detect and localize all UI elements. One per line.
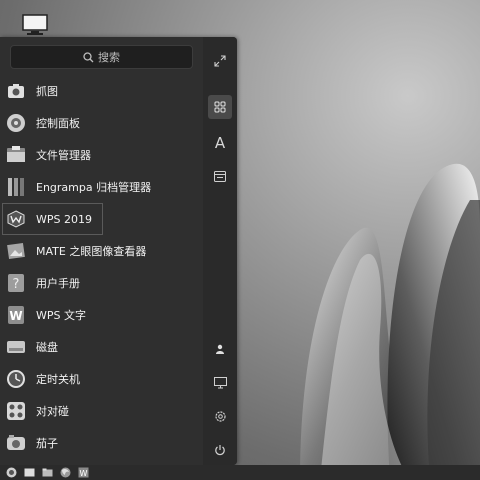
app-item-label: 茄子 (36, 437, 58, 450)
app-item-label: 控制面板 (36, 117, 80, 130)
archive-manager-icon (6, 177, 26, 197)
all-apps-icon (214, 101, 226, 113)
control-panel-icon (6, 113, 26, 133)
all-apps-button[interactable] (208, 95, 232, 119)
browser-icon (60, 467, 70, 478)
game-icon (6, 401, 26, 421)
wps-taskbar-icon: W (78, 467, 88, 478)
menu-sidebar: A (203, 37, 237, 465)
user-button[interactable] (208, 337, 232, 361)
taskbar-file-manager[interactable] (41, 467, 53, 479)
taskbar-window-button[interactable] (23, 467, 35, 479)
app-item-label: 对对碰 (36, 405, 69, 418)
category-icon (214, 170, 226, 182)
file-manager-icon (6, 145, 26, 165)
timed-shutdown-icon (6, 369, 26, 389)
category-button[interactable] (208, 164, 232, 188)
power-icon (215, 445, 225, 456)
computer-button[interactable] (208, 371, 232, 395)
expand-button[interactable] (208, 49, 232, 73)
start-logo-icon (6, 467, 16, 478)
disk-icon (6, 337, 26, 357)
computer-desktop-icon[interactable] (22, 14, 48, 36)
app-item-label: WPS 文字 (36, 309, 86, 322)
app-item-archive-manager[interactable]: Engrampa 归档管理器 (0, 171, 203, 203)
power-button[interactable] (208, 438, 232, 462)
app-item-user-manual[interactable]: ? 用户手册 (0, 267, 203, 299)
app-item-label: 定时关机 (36, 373, 80, 386)
search-icon (83, 51, 94, 62)
app-item-label: WPS 2019 (36, 212, 92, 226)
start-menu: 搜索 抓图 控制面板 文件管理器 Engrampa 归档管理器 WPS 2019… (0, 37, 237, 465)
user-icon (216, 344, 224, 354)
help-icon: ? (6, 273, 26, 293)
app-item-label: MATE 之眼图像查看器 (36, 245, 147, 258)
taskbar: W (0, 465, 480, 480)
app-item-eggplant[interactable]: 茄子 (0, 427, 203, 459)
camera-app-icon (6, 433, 26, 453)
expand-icon (214, 55, 226, 67)
search-placeholder: 搜索 (98, 51, 120, 64)
start-menu-button[interactable] (5, 467, 17, 479)
computer-icon (213, 377, 227, 389)
app-item-label: 用户手册 (36, 277, 80, 290)
svg-text:W: W (79, 469, 87, 478)
screenshot-icon (6, 81, 26, 101)
app-item-label: Engrampa 归档管理器 (36, 181, 152, 194)
app-item-disks[interactable]: 磁盘 (0, 331, 203, 363)
app-item-label: 磁盘 (36, 341, 58, 354)
app-item-wps-2019[interactable]: WPS 2019 (2, 203, 103, 235)
settings-icon (214, 410, 226, 422)
image-viewer-icon (6, 241, 26, 261)
app-item-wps-writer[interactable]: W WPS 文字 (0, 299, 203, 331)
app-item-control-panel[interactable]: 控制面板 (0, 107, 203, 139)
taskbar-browser[interactable] (59, 467, 71, 479)
app-item-timed-shutdown[interactable]: 定时关机 (0, 363, 203, 395)
app-list: 抓图 控制面板 文件管理器 Engrampa 归档管理器 WPS 2019 MA… (0, 75, 203, 459)
app-item-file-manager[interactable]: 文件管理器 (0, 139, 203, 171)
settings-button[interactable] (208, 404, 232, 428)
app-item-label: 文件管理器 (36, 149, 91, 162)
wps-writer-icon: W (6, 305, 26, 325)
search-box[interactable]: 搜索 (10, 45, 193, 69)
svg-text:?: ? (13, 277, 20, 292)
app-item-label: 抓图 (36, 85, 58, 98)
folder-icon (42, 468, 52, 477)
taskbar-wps[interactable]: W (77, 467, 89, 479)
svg-text:W: W (9, 309, 22, 323)
app-item-image-viewer[interactable]: MATE 之眼图像查看器 (0, 235, 203, 267)
letter-sort-icon: A (214, 134, 226, 152)
app-item-screenshot[interactable]: 抓图 (0, 75, 203, 107)
letter-sort-button[interactable]: A (208, 131, 232, 155)
app-item-matching-game[interactable]: 对对碰 (0, 395, 203, 427)
wps-icon (6, 209, 26, 229)
window-icon (24, 468, 34, 477)
